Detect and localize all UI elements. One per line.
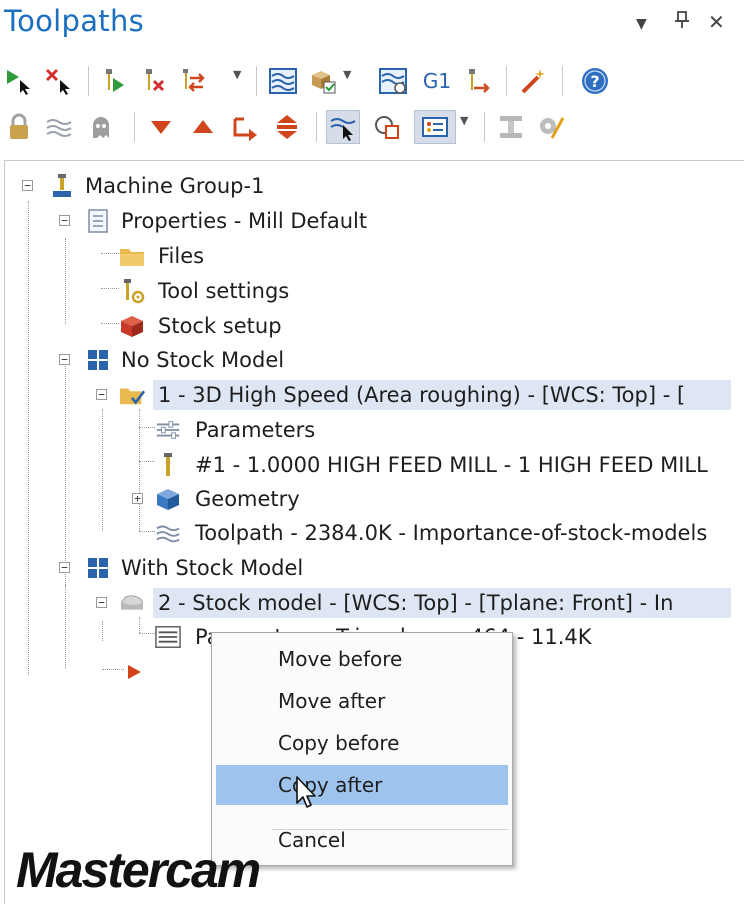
- toolbar-row-1: ▼ ▼ G1 ?: [0, 58, 730, 102]
- lock-icon[interactable]: [2, 110, 36, 144]
- select-toolpath-icon[interactable]: [326, 110, 360, 144]
- regenerate-dirty-icon[interactable]: [136, 64, 170, 98]
- tree-node-operation-1[interactable]: − 1 - 3D High Speed (Area roughing) - [W…: [5, 378, 741, 412]
- panel-titlebar: Toolpaths ▼ ✕: [0, 0, 750, 50]
- toggle-dropdown-icon[interactable]: ▼: [233, 68, 241, 81]
- machine-sim-icon[interactable]: [494, 110, 528, 144]
- menu-item-copy-before[interactable]: Copy before: [216, 723, 508, 763]
- op1-toolpath-label: Toolpath - 2384.0K - Importance-of-stock…: [195, 521, 708, 545]
- close-panel-icon[interactable]: ✕: [708, 10, 725, 34]
- collapse-toggle[interactable]: −: [96, 597, 107, 608]
- high-feed-icon[interactable]: [460, 64, 494, 98]
- panel-menu-icon[interactable]: ▼: [636, 16, 647, 32]
- tree-node-tool-settings[interactable]: Tool settings: [5, 274, 741, 308]
- select-all-operations-icon[interactable]: [2, 64, 36, 98]
- menu-item-copy-after[interactable]: Copy after: [216, 765, 508, 805]
- parameters-icon: [155, 417, 181, 443]
- tree-node-machine-group[interactable]: − Machine Group-1: [5, 169, 741, 203]
- op1-parameters-label: Parameters: [195, 418, 316, 442]
- tree-node-operation-2[interactable]: − 2 - Stock model - [WCS: Top] - [Tplane…: [5, 586, 741, 620]
- toolpath-icon: [155, 520, 181, 546]
- op1-geometry-label: Geometry: [195, 487, 300, 511]
- post-selected-icon[interactable]: G1: [420, 64, 454, 98]
- help-icon[interactable]: ?: [578, 64, 612, 98]
- properties-icon: [85, 208, 111, 234]
- operation-1-label: 1 - 3D High Speed (Area roughing) - [WCS…: [158, 383, 686, 407]
- panel-title: Toolpaths: [4, 4, 145, 38]
- verify-selected-icon[interactable]: [306, 64, 340, 98]
- move-down-icon[interactable]: [144, 110, 178, 144]
- toggle-toolpath-display-icon[interactable]: [42, 110, 76, 144]
- tree-node-op1-geometry[interactable]: + Geometry: [5, 482, 741, 516]
- stock-setup-label: Stock setup: [158, 314, 282, 338]
- insert-arrow-marker-icon: [121, 659, 147, 685]
- operation-folder-checked-icon: [119, 382, 145, 408]
- tool-settings-icon: [119, 278, 145, 304]
- operation-group-icon: [85, 555, 111, 581]
- collapse-toggle[interactable]: −: [59, 215, 70, 226]
- toolbar-row-2: ▼: [0, 104, 730, 148]
- ghost-icon[interactable]: [84, 110, 118, 144]
- tree-node-op1-toolpath[interactable]: Toolpath - 2384.0K - Importance-of-stock…: [5, 516, 741, 550]
- no-stock-model-label: No Stock Model: [121, 348, 285, 372]
- geometry-icon: [155, 486, 181, 512]
- menu-item-move-after[interactable]: Move after: [216, 681, 508, 721]
- svg-text:?: ?: [590, 72, 599, 91]
- collapse-toggle[interactable]: −: [22, 180, 33, 191]
- folder-icon: [119, 243, 145, 269]
- properties-label: Properties - Mill Default: [121, 209, 368, 233]
- tree-node-no-stock-model[interactable]: − No Stock Model: [5, 343, 741, 377]
- context-menu: Move before Move after Copy before Copy …: [211, 632, 513, 866]
- tool-icon: [155, 452, 181, 478]
- collapse-toggle[interactable]: −: [59, 562, 70, 573]
- collapse-toggle[interactable]: −: [59, 354, 70, 365]
- display-dropdown-icon[interactable]: ▼: [460, 114, 468, 127]
- magic-wand-icon[interactable]: [516, 64, 550, 98]
- operation-2-label: 2 - Stock model - [WCS: Top] - [Tplane: …: [158, 591, 674, 615]
- mouse-pointer-icon: [295, 775, 319, 815]
- op1-tool-label: #1 - 1.0000 HIGH FEED MILL - 1 HIGH FEED…: [195, 453, 708, 477]
- collapse-toggle[interactable]: −: [96, 389, 107, 400]
- tree-node-op1-parameters[interactable]: Parameters: [5, 413, 741, 447]
- tree-node-with-stock-model[interactable]: − With Stock Model: [5, 551, 741, 585]
- deselect-all-icon[interactable]: [42, 64, 76, 98]
- expand-toggle[interactable]: +: [132, 493, 143, 504]
- simulator-icon[interactable]: [376, 64, 410, 98]
- machine-group-icon: [49, 173, 75, 199]
- tree-node-stock-setup[interactable]: Stock setup: [5, 309, 741, 343]
- stock-setup-icon: [119, 313, 145, 339]
- tree-node-files[interactable]: Files: [5, 239, 741, 273]
- pin-icon[interactable]: [673, 10, 691, 35]
- verify-dropdown-icon[interactable]: ▼: [343, 68, 351, 81]
- menu-item-label: Move before: [278, 647, 403, 671]
- simulate-backplot-icon[interactable]: [266, 64, 300, 98]
- tool-settings-label: Tool settings: [158, 279, 290, 303]
- display-options-icon[interactable]: [414, 110, 456, 144]
- toggle-operations-icon[interactable]: [176, 64, 210, 98]
- parameters-icon: [155, 624, 181, 650]
- files-label: Files: [158, 244, 205, 268]
- regenerate-selected-icon[interactable]: [96, 64, 130, 98]
- tree-node-properties[interactable]: − Properties - Mill Default: [5, 204, 741, 238]
- menu-item-move-before[interactable]: Move before: [216, 639, 508, 679]
- settings-icon[interactable]: [534, 110, 568, 144]
- menu-item-label: Copy after: [278, 773, 383, 797]
- menu-item-label: Move after: [278, 689, 386, 713]
- insert-arrow-icon[interactable]: [228, 110, 262, 144]
- menu-item-label: Copy before: [278, 731, 400, 755]
- machine-group-label: Machine Group-1: [85, 174, 265, 198]
- move-up-icon[interactable]: [186, 110, 220, 144]
- mastercam-logo: Mastercam: [16, 842, 261, 898]
- scroll-toggle-icon[interactable]: [270, 110, 304, 144]
- operation-group-icon: [85, 347, 111, 373]
- select-geometry-icon[interactable]: [370, 110, 404, 144]
- stock-model-icon: [119, 590, 145, 616]
- tree-node-op1-tool[interactable]: #1 - 1.0000 HIGH FEED MILL - 1 HIGH FEED…: [5, 448, 741, 482]
- with-stock-model-label: With Stock Model: [121, 556, 304, 580]
